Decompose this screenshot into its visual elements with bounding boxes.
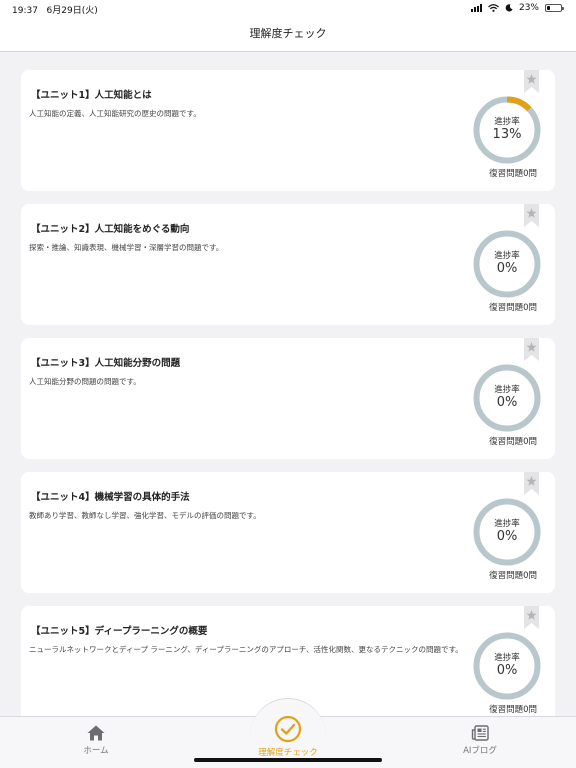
tab-home-label: ホーム: [83, 746, 109, 756]
progress-label: 進捗率: [494, 519, 520, 529]
unit-card-1[interactable]: 【ユニット1】人工知能とは 人工知能の定義、人工知能研究の歴史の問題です。 進捗…: [21, 70, 555, 191]
wifi-icon: [488, 4, 499, 12]
progress-percent: 0%: [496, 663, 518, 678]
unit-card-3[interactable]: 【ユニット3】人工知能分野の問題 人工知能分野の問題の問題です。 進捗率 0% …: [21, 338, 555, 459]
unit-description: 教師あり学習、教師なし学習、強化学習、モデルの評価の問題です。: [29, 511, 261, 520]
progress-percent: 13%: [492, 127, 522, 142]
review-count: 復習問題0問: [489, 571, 537, 581]
status-bar: 19:37 6月29日(火) 23%: [0, 0, 576, 18]
review-count: 復習問題0問: [489, 705, 537, 715]
cellular-signal-icon: [470, 4, 482, 12]
tab-ai-blog-label: AIブログ: [463, 746, 497, 756]
tab-home[interactable]: ホーム: [36, 725, 156, 756]
review-count: 復習問題0問: [489, 169, 537, 179]
unit-card-2[interactable]: 【ユニット2】人工知能をめぐる動向 探索・推論、知識表現、機械学習・深層学習の問…: [21, 204, 555, 325]
status-time: 19:37 6月29日(火): [12, 3, 98, 16]
tab-understanding-check[interactable]: 理解度チェック: [228, 715, 348, 758]
progress-label: 進捗率: [494, 653, 520, 663]
unit-title: 【ユニット4】機械学習の具体的手法: [31, 492, 190, 503]
unit-description: 人工知能の定義、人工知能研究の歴史の問題です。: [29, 109, 201, 118]
progress-label: 進捗率: [494, 251, 520, 261]
unit-title: 【ユニット2】人工知能をめぐる動向: [31, 224, 190, 235]
unit-description: 人工知能分野の問題の問題です。: [29, 377, 141, 386]
newspaper-icon: [471, 725, 489, 741]
tab-ai-blog[interactable]: AIブログ: [420, 725, 540, 756]
unit-description: 探索・推論、知識表現、機械学習・深層学習の問題です。: [29, 243, 224, 252]
status-date-text: 6月29日(火): [46, 6, 98, 16]
bookmark-star-icon[interactable]: [524, 338, 539, 361]
unit-title: 【ユニット5】ディープラーニングの概要: [31, 626, 208, 637]
status-indicators: 23%: [470, 3, 564, 13]
bookmark-star-icon[interactable]: [524, 70, 539, 93]
moon-icon: [505, 4, 513, 12]
progress-label: 進捗率: [494, 117, 520, 127]
progress-percent: 0%: [496, 529, 518, 544]
battery-icon: [545, 4, 564, 12]
battery-level-fill: [547, 6, 551, 10]
unit-description: ニューラルネットワークとディープ ラーニング、ディープラーニングのアプローチ、活…: [29, 645, 463, 654]
status-time-text: 19:37: [12, 6, 38, 16]
review-count: 復習問題0問: [489, 303, 537, 313]
unit-title: 【ユニット3】人工知能分野の問題: [31, 358, 181, 369]
unit-title: 【ユニット1】人工知能とは: [31, 90, 152, 101]
bookmark-star-icon[interactable]: [524, 472, 539, 495]
home-icon: [87, 725, 105, 741]
review-count: 復習問題0問: [489, 437, 537, 447]
battery-percent: 23%: [518, 3, 539, 13]
unit-list[interactable]: 【ユニット1】人工知能とは 人工知能の定義、人工知能研究の歴史の問題です。 進捗…: [0, 52, 576, 716]
bookmark-star-icon[interactable]: [524, 204, 539, 227]
progress-label: 進捗率: [494, 385, 520, 395]
page-title: 理解度チェック: [249, 27, 327, 40]
navigation-bar: 理解度チェック: [0, 18, 576, 52]
bookmark-star-icon[interactable]: [524, 606, 539, 629]
progress-percent: 0%: [496, 395, 518, 410]
progress-percent: 0%: [496, 261, 518, 276]
unit-card-4[interactable]: 【ユニット4】機械学習の具体的手法 教師あり学習、教師なし学習、強化学習、モデル…: [21, 472, 555, 593]
tab-understanding-check-label: 理解度チェック: [258, 748, 318, 758]
checkmark-circle-icon: [274, 715, 302, 743]
home-indicator: [194, 758, 382, 762]
